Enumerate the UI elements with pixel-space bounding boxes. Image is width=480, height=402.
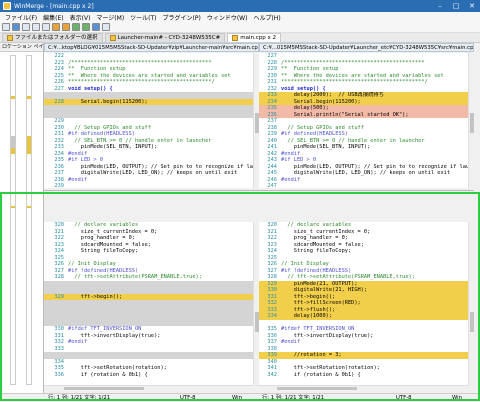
top-left-code-pane[interactable]: 222 223/*********************************… <box>44 53 253 188</box>
redo-icon[interactable] <box>42 23 50 31</box>
code-line[interactable]: 247 <box>257 183 468 188</box>
menu-item[interactable]: 編集(E) <box>40 13 66 22</box>
bottom-left-code-pane[interactable]: 320 // declare variables 321 size_t curre… <box>44 222 253 385</box>
top-right-scrollbar[interactable] <box>468 53 474 188</box>
window-title: WinMerge - [main.cpp x 2] <box>14 2 94 10</box>
location-bar-right[interactable] <box>26 55 32 385</box>
folder-icon <box>109 35 116 41</box>
undo-icon[interactable] <box>32 23 40 31</box>
right-file-path[interactable]: C:¥...015M5MSStack-SD-Updater¥Launcher_e… <box>259 43 474 52</box>
folder-icon <box>7 35 13 41</box>
menu-item[interactable]: ツール(T) <box>127 13 159 22</box>
menu-item[interactable]: ヘルプ(H) <box>250 13 283 22</box>
menu-item[interactable]: ファイル(F) <box>2 13 40 22</box>
menu-item[interactable]: 表示(V) <box>67 13 94 22</box>
document-tabs: ファイルまたはフォルダーの選択 Launcher-main# - CYD-3248… <box>0 33 480 43</box>
bottom-left-scrollbar[interactable] <box>253 222 259 385</box>
location-pane[interactable]: ロケーション ペイン <box>0 43 44 393</box>
line-number: 336 <box>54 371 64 378</box>
next-diff-icon[interactable] <box>62 23 70 31</box>
minimize-button[interactable]: – <box>432 0 448 12</box>
left-file-path[interactable]: C:¥...ktop¥BLOG¥015M5MSStack-SD-Updater¥… <box>44 43 259 52</box>
line-number: 342 <box>267 371 277 378</box>
line-number: 239 <box>54 183 64 188</box>
pane-splitter[interactable] <box>44 190 474 193</box>
diff-marker <box>11 136 15 148</box>
refresh-icon[interactable] <box>102 23 110 31</box>
tab[interactable]: ファイルまたはフォルダーの選択 <box>2 33 103 42</box>
maximize-button[interactable]: □ <box>448 0 464 12</box>
status-bar: 行: 1 列: 1/21 文字: 1/21 UTF-8 Win 行: 1 列: … <box>0 393 480 401</box>
code-text: if (rotation & 0b1) { <box>68 371 148 378</box>
diff-marker <box>11 96 15 99</box>
winmerge-window: WinMerge - [main.cpp x 2] – □ ✕ ファイル(F) 編… <box>0 0 480 401</box>
top-left-scrollbar[interactable] <box>253 53 259 188</box>
location-pane-title: ロケーション ペイン <box>0 43 43 52</box>
menu-item[interactable]: プラグイン(P) <box>160 13 204 22</box>
options-icon[interactable] <box>92 23 100 31</box>
tab-label: ファイルまたはフォルダーの選択 <box>15 34 98 41</box>
folder-icon <box>232 35 239 41</box>
new-icon[interactable] <box>2 23 10 31</box>
open-icon[interactable] <box>12 23 20 31</box>
diff-marker <box>11 206 15 208</box>
left-horizontal-scrollbar[interactable] <box>44 385 253 390</box>
diff-marker <box>27 206 31 208</box>
close-button[interactable]: ✕ <box>464 0 480 12</box>
diff-marker <box>27 96 31 99</box>
tab-label: main.cpp x 2 <box>240 34 276 41</box>
copy-left-icon[interactable] <box>72 23 80 31</box>
save-icon[interactable] <box>22 23 30 31</box>
bottom-right-code-pane[interactable]: 320 // declare variables 321 size_t curre… <box>257 222 468 385</box>
tab[interactable]: Launcher-main# - CYD-3248W535C# <box>104 33 226 42</box>
title-bar: WinMerge - [main.cpp x 2] – □ ✕ <box>0 0 480 12</box>
copy-right-icon[interactable] <box>82 23 90 31</box>
code-text: if (rotation & 0b1) { <box>281 371 361 378</box>
menu-item[interactable]: ウィンドウ(W) <box>204 13 251 22</box>
line-number: 247 <box>267 183 277 188</box>
tab-label: Launcher-main# - CYD-3248W535C# <box>117 34 221 41</box>
winmerge-app-icon <box>3 2 11 10</box>
code-line[interactable]: 336 if (rotation & 0b1) { <box>44 372 253 379</box>
code-line[interactable]: 239 <box>44 183 253 188</box>
right-horizontal-scrollbar[interactable] <box>257 385 468 390</box>
menu-bar: ファイル(F) 編集(E) 表示(V) マージ(M) ツール(T) プラグイン(P) ウィン… <box>0 12 480 22</box>
menu-item[interactable]: マージ(M) <box>93 13 127 22</box>
location-bar-left[interactable] <box>10 55 16 385</box>
diff-marker <box>11 148 15 154</box>
bottom-right-scrollbar[interactable] <box>468 222 474 385</box>
tab[interactable]: main.cpp x 2 <box>227 33 281 42</box>
diff-marker <box>27 136 31 154</box>
toolbar <box>0 22 480 33</box>
file-path-row: C:¥...ktop¥BLOG¥015M5MSStack-SD-Updater¥… <box>44 43 474 52</box>
prev-diff-icon[interactable] <box>52 23 60 31</box>
code-line[interactable]: 342 if (rotation & 0b1) { <box>257 372 468 379</box>
top-right-code-pane[interactable]: 227 228/*********************************… <box>257 53 468 188</box>
